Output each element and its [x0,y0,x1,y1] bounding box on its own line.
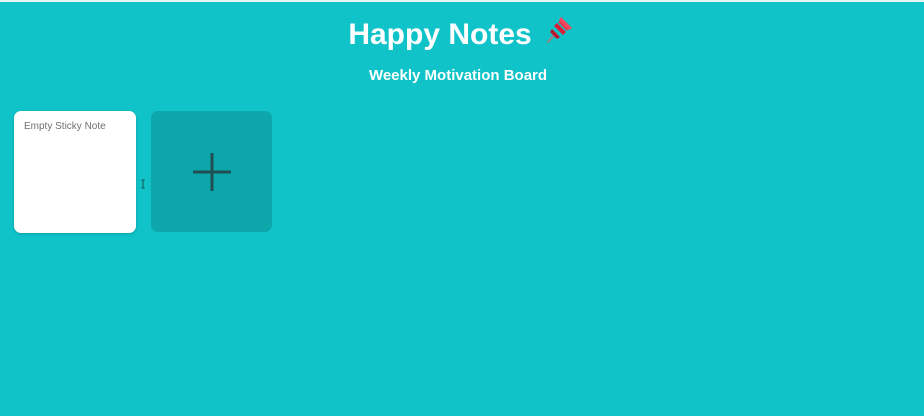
add-note-button[interactable] [151,111,272,232]
app-title-text: Happy Notes [348,18,532,51]
plus-icon [193,153,231,191]
app-title: Happy Notes [0,13,924,53]
text-cursor-icon [141,179,145,189]
board-subtitle: Weekly Motivation Board [368,67,548,84]
sticky-note[interactable] [14,111,136,233]
pushpin-icon [546,17,572,44]
notes-board [14,111,414,233]
